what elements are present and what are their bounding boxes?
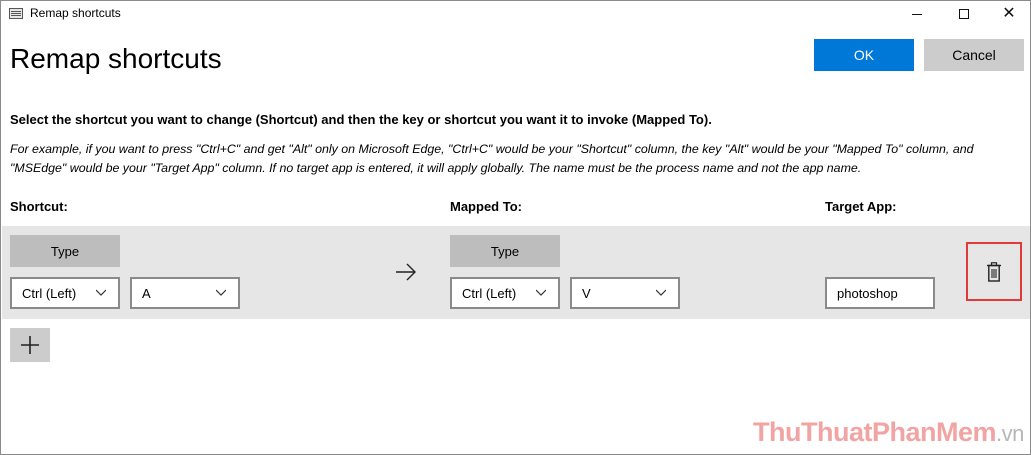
- shortcut-type-button[interactable]: Type: [10, 235, 120, 267]
- chevron-down-icon: [536, 289, 546, 296]
- watermark-part: .vn: [996, 421, 1024, 446]
- cancel-button[interactable]: Cancel: [924, 39, 1024, 71]
- instructions-text: Select the shortcut you want to change (…: [10, 112, 712, 127]
- watermark-part: PhanMem: [871, 417, 997, 447]
- keyboard-icon: [9, 8, 23, 19]
- mapped-type-button[interactable]: Type: [450, 235, 560, 267]
- close-icon: ✕: [1002, 5, 1016, 22]
- shortcut-key-dropdown[interactable]: A: [130, 277, 240, 309]
- mapped-to-column-header: Mapped To:: [450, 199, 522, 214]
- maximize-button[interactable]: [941, 1, 987, 27]
- target-app-column-header: Target App:: [825, 199, 897, 214]
- add-shortcut-button[interactable]: [10, 328, 50, 362]
- watermark-logo: ThuThuatPhanMem.vn: [753, 417, 1024, 448]
- minimize-icon: [912, 13, 922, 15]
- mapped-key-dropdown[interactable]: V: [570, 277, 680, 309]
- target-app-value: photoshop: [837, 285, 898, 301]
- mapped-modifier-dropdown[interactable]: Ctrl (Left): [450, 277, 560, 309]
- minimize-button[interactable]: [894, 1, 940, 27]
- chevron-down-icon: [96, 289, 106, 296]
- page-title: Remap shortcuts: [10, 43, 222, 74]
- dropdown-value: V: [582, 285, 591, 301]
- trash-icon: [987, 261, 1001, 282]
- shortcut-modifier-dropdown[interactable]: Ctrl (Left): [10, 277, 120, 309]
- target-app-input[interactable]: photoshop: [825, 277, 935, 309]
- maximize-icon: [959, 9, 969, 19]
- remap-shortcuts-window: Remap shortcuts ✕ Remap shortcuts OK Can…: [0, 0, 1031, 455]
- close-button[interactable]: ✕: [986, 1, 1031, 27]
- dropdown-value: A: [142, 285, 151, 301]
- shortcut-column-header: Shortcut:: [10, 199, 68, 214]
- title-bar[interactable]: Remap shortcuts ✕: [1, 1, 1030, 27]
- ok-button[interactable]: OK: [814, 39, 914, 71]
- plus-icon: [21, 336, 39, 354]
- delete-row-button[interactable]: [966, 242, 1022, 301]
- example-text: For example, if you want to press "Ctrl+…: [10, 142, 974, 175]
- watermark-part: ThuThuat: [753, 417, 872, 447]
- arrow-right-icon: [396, 263, 416, 281]
- window-title: Remap shortcuts: [30, 6, 121, 20]
- chevron-down-icon: [216, 289, 226, 296]
- dropdown-value: Ctrl (Left): [22, 285, 77, 301]
- dropdown-value: Ctrl (Left): [462, 285, 517, 301]
- chevron-down-icon: [656, 289, 666, 296]
- shortcut-mapping-row: Type Ctrl (Left) A Type Ctrl (Left) V ph…: [2, 226, 1030, 319]
